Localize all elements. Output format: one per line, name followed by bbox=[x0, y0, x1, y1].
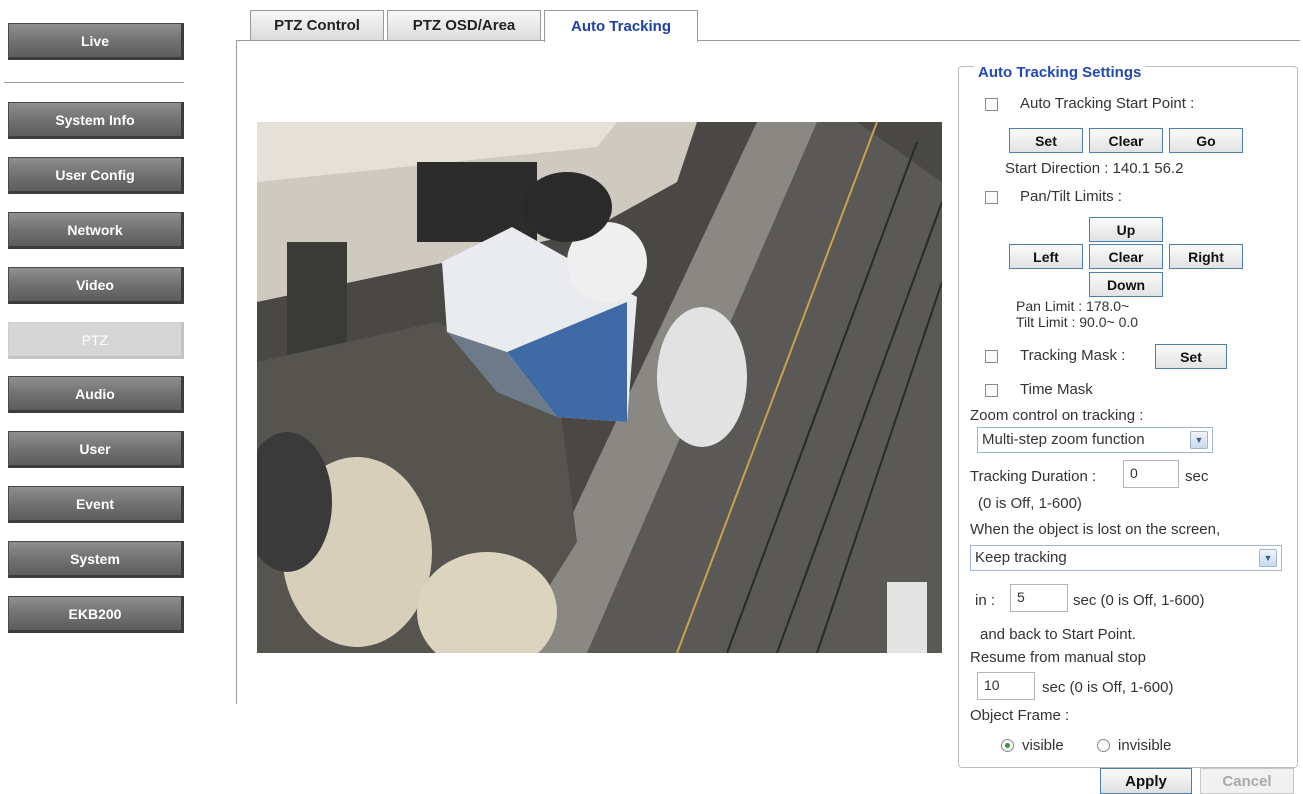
nav-user-button[interactable]: User bbox=[8, 431, 184, 468]
resume-input[interactable]: 10 bbox=[977, 672, 1035, 700]
nav-system-button[interactable]: System bbox=[8, 541, 184, 578]
start-point-label: Auto Tracking Start Point : bbox=[1020, 95, 1195, 112]
nav-network-button[interactable]: Network bbox=[8, 212, 184, 249]
tracking-duration-input[interactable]: 0 bbox=[1123, 460, 1179, 488]
tracking-mask-label: Tracking Mask : bbox=[1020, 347, 1126, 364]
lost-timeout-input[interactable]: 5 bbox=[1010, 584, 1068, 612]
zoom-control-label: Zoom control on tracking : bbox=[970, 407, 1144, 424]
pan-tilt-left-button[interactable]: Left bbox=[1009, 244, 1083, 269]
object-frame-invisible-label: invisible bbox=[1118, 737, 1172, 754]
nav-audio-button[interactable]: Audio bbox=[8, 376, 184, 413]
pan-tilt-right-button[interactable]: Right bbox=[1169, 244, 1243, 269]
tracking-mask-checkbox[interactable] bbox=[985, 350, 998, 363]
chevron-down-icon[interactable]: ▼ bbox=[1259, 549, 1277, 567]
pan-tilt-limits-checkbox[interactable] bbox=[985, 191, 998, 204]
nav-live-button[interactable]: Live bbox=[8, 23, 184, 60]
camera-scene-image bbox=[257, 122, 942, 653]
resume-label: Resume from manual stop bbox=[970, 649, 1146, 666]
tracking-duration-unit: sec bbox=[1185, 468, 1209, 485]
object-frame-invisible-radio[interactable] bbox=[1097, 739, 1110, 752]
zoom-control-selected: Multi-step zoom function bbox=[982, 431, 1145, 448]
object-frame-visible-radio[interactable] bbox=[1001, 739, 1014, 752]
sidebar-divider bbox=[4, 82, 184, 83]
tab-ptz-control[interactable]: PTZ Control bbox=[250, 10, 384, 40]
time-mask-checkbox[interactable] bbox=[985, 384, 998, 397]
pan-tilt-clear-button[interactable]: Clear bbox=[1089, 244, 1163, 269]
nav-video-button[interactable]: Video bbox=[8, 267, 184, 304]
pan-tilt-down-button[interactable]: Down bbox=[1089, 272, 1163, 297]
time-mask-label: Time Mask bbox=[1020, 381, 1093, 398]
tab-ptz-osd-area[interactable]: PTZ OSD/Area bbox=[387, 10, 541, 40]
nav-event-button[interactable]: Event bbox=[8, 486, 184, 523]
back-to-start-text: and back to Start Point. bbox=[980, 626, 1136, 643]
object-lost-select[interactable]: Keep tracking bbox=[970, 545, 1282, 571]
object-lost-selected: Keep tracking bbox=[975, 549, 1067, 566]
resume-hint: sec (0 is Off, 1-600) bbox=[1042, 679, 1174, 696]
settings-legend: Auto Tracking Settings bbox=[974, 64, 1146, 81]
chevron-down-icon[interactable]: ▼ bbox=[1190, 431, 1208, 449]
start-direction-text: Start Direction : 140.1 56.2 bbox=[1005, 160, 1184, 177]
tracking-duration-label: Tracking Duration : bbox=[970, 468, 1097, 485]
pan-tilt-limits-label: Pan/Tilt Limits : bbox=[1020, 188, 1122, 205]
tracking-duration-hint: (0 is Off, 1-600) bbox=[978, 495, 1082, 512]
tilt-limit-text: Tilt Limit : 90.0~ 0.0 bbox=[1016, 314, 1139, 330]
start-point-clear-button[interactable]: Clear bbox=[1089, 128, 1163, 153]
lost-timeout-hint: sec (0 is Off, 1-600) bbox=[1073, 592, 1205, 609]
pan-tilt-up-button[interactable]: Up bbox=[1089, 217, 1163, 242]
apply-button[interactable]: Apply bbox=[1100, 768, 1192, 794]
tracking-mask-set-button[interactable]: Set bbox=[1155, 344, 1227, 369]
nav-system-info-button[interactable]: System Info bbox=[8, 102, 184, 139]
cancel-button[interactable]: Cancel bbox=[1200, 768, 1294, 794]
nav-ptz-button[interactable]: PTZ bbox=[8, 322, 184, 359]
start-point-set-button[interactable]: Set bbox=[1009, 128, 1083, 153]
lost-in-label: in : bbox=[975, 592, 996, 609]
pan-limit-text: Pan Limit : 178.0~ bbox=[1016, 298, 1130, 314]
object-frame-label: Object Frame : bbox=[970, 707, 1070, 724]
tab-auto-tracking[interactable]: Auto Tracking bbox=[544, 10, 698, 42]
start-point-checkbox[interactable] bbox=[985, 98, 998, 111]
start-point-go-button[interactable]: Go bbox=[1169, 128, 1243, 153]
live-video-view[interactable] bbox=[257, 122, 942, 653]
object-lost-label: When the object is lost on the screen, bbox=[970, 521, 1221, 538]
nav-user-config-button[interactable]: User Config bbox=[8, 157, 184, 194]
zoom-control-select[interactable]: Multi-step zoom function bbox=[977, 427, 1213, 453]
object-frame-visible-label: visible bbox=[1022, 737, 1064, 754]
nav-ekb200-button[interactable]: EKB200 bbox=[8, 596, 184, 633]
